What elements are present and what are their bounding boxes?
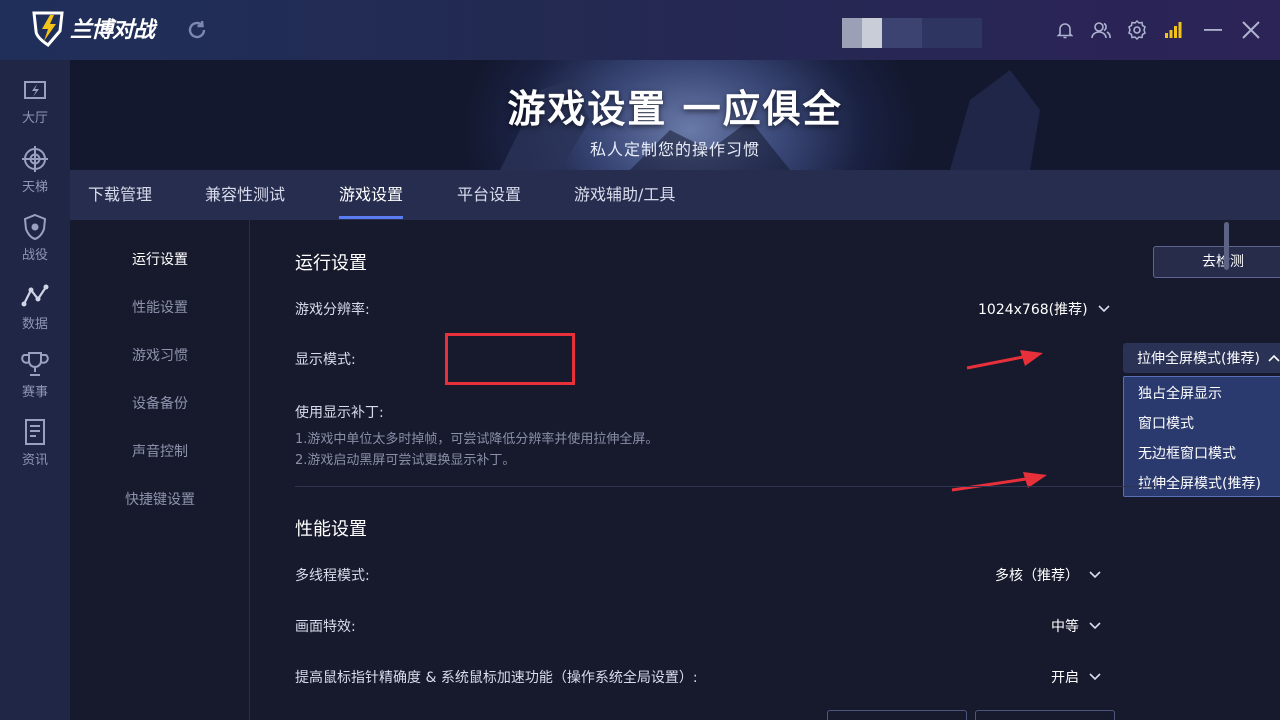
news-icon [25, 419, 45, 445]
nav-item-ladder[interactable]: 天梯 [0, 145, 70, 205]
section-title-run: 运行设置 [295, 253, 367, 274]
gear-icon[interactable] [1124, 17, 1150, 43]
tab-game-settings[interactable]: 游戏设置 [339, 170, 403, 220]
highlight-annotation [445, 333, 575, 385]
title-bar: 兰博对战 [0, 0, 1280, 60]
shield-icon [23, 213, 47, 241]
app-logo: 兰博对战 [30, 8, 155, 48]
user-avatar-blurred[interactable] [842, 18, 982, 48]
effects-select[interactable]: 中等 [1051, 616, 1101, 636]
display-mode-select[interactable]: 拉伸全屏模式(推荐) [1123, 343, 1280, 373]
nav-item-events[interactable]: 赛事 [0, 350, 70, 410]
display-mode-value: 拉伸全屏模式(推荐) [1137, 351, 1260, 367]
mouse-precision-value: 开启 [1051, 670, 1079, 686]
hint-text: 1.游戏中单位太多时掉帧，可尝试降低分辨率并使用拉伸全屏。 [295, 432, 659, 447]
tab-tools[interactable]: 游戏辅助/工具 [574, 170, 675, 220]
minimize-icon[interactable] [1200, 17, 1226, 43]
chevron-up-icon [1268, 354, 1280, 362]
friends-icon[interactable] [1088, 17, 1114, 43]
subnav-performance[interactable]: 性能设置 [70, 297, 250, 317]
mouse-precision-select[interactable]: 开启 [1051, 667, 1101, 687]
bell-icon[interactable] [1052, 17, 1078, 43]
hint-text: 2.游戏启动黑屏可尝试更换显示补丁。 [295, 453, 516, 468]
chevron-down-icon [1089, 673, 1101, 681]
multithread-select[interactable]: 多核（推荐） [995, 565, 1101, 585]
subnav-habits[interactable]: 游戏习惯 [70, 345, 250, 365]
subnav-hotkeys[interactable]: 快捷键设置 [70, 489, 250, 509]
active-tab-underline [339, 216, 403, 219]
tab-compatibility[interactable]: 兼容性测试 [205, 170, 285, 220]
red-arrow-annotation [951, 472, 1047, 492]
option-stretched-fullscreen[interactable]: 拉伸全屏模式(推荐) [1138, 473, 1261, 493]
settings-tabs: 下载管理 兼容性测试 游戏设置 平台设置 游戏辅助/工具 [70, 170, 1280, 220]
multithread-label: 多线程模式: [295, 568, 370, 584]
settings-panel: 运行设置 去检测 游戏分辨率: 1024x768(推荐) 显示模式: 拉伸全屏模… [250, 220, 1280, 720]
banner-subtitle: 私人定制您的操作习惯 [589, 140, 760, 159]
scrollbar[interactable] [1224, 222, 1229, 270]
patch-label: 使用显示补丁: [295, 405, 384, 421]
option-borderless[interactable]: 无边框窗口模式 [1138, 443, 1236, 463]
settings-subnav: 运行设置 性能设置 游戏习惯 设备备份 声音控制 快捷键设置 [70, 220, 250, 720]
display-mode-dropdown: 独占全屏显示 窗口模式 无边框窗口模式 拉伸全屏模式(推荐) [1123, 376, 1280, 497]
bottom-button[interactable] [827, 710, 967, 720]
signal-icon [1160, 17, 1186, 43]
subnav-sound[interactable]: 声音控制 [70, 441, 250, 461]
chevron-down-icon [1089, 622, 1101, 630]
resolution-value: 1024x768(推荐) [978, 302, 1088, 318]
effects-value: 中等 [1051, 619, 1079, 635]
tab-download[interactable]: 下载管理 [88, 170, 152, 220]
logo-shield-icon [30, 9, 66, 47]
divider [295, 486, 1155, 487]
chart-icon [21, 284, 49, 307]
lobby-icon [24, 81, 46, 99]
subnav-run[interactable]: 运行设置 [70, 249, 250, 269]
section-title-performance: 性能设置 [295, 519, 367, 540]
nav-item-campaign[interactable]: 战役 [0, 213, 70, 273]
banner: 游戏设置 一应俱全 私人定制您的操作习惯 [70, 60, 1280, 170]
nav-item-data[interactable]: 数据 [0, 282, 70, 342]
nav-item-news[interactable]: 资讯 [0, 418, 70, 478]
trophy-icon [21, 352, 49, 376]
tab-platform[interactable]: 平台设置 [457, 170, 521, 220]
subnav-backup[interactable]: 设备备份 [70, 393, 250, 413]
option-exclusive-fullscreen[interactable]: 独占全屏显示 [1138, 383, 1222, 403]
red-arrow-annotation [966, 350, 1043, 370]
close-icon[interactable] [1238, 17, 1264, 43]
crosshair-icon [22, 146, 48, 172]
refresh-icon[interactable] [185, 18, 209, 42]
content-area: 运行设置 性能设置 游戏习惯 设备备份 声音控制 快捷键设置 运行设置 去检测 … [70, 220, 1280, 720]
banner-title: 游戏设置 一应俱全 [507, 87, 843, 131]
chevron-down-icon [1089, 571, 1101, 579]
nav-item-lobby[interactable]: 大厅 [0, 76, 70, 136]
effects-label: 画面特效: [295, 619, 356, 635]
resolution-label: 游戏分辨率: [295, 302, 370, 318]
app-title: 兰博对战 [70, 18, 155, 43]
detect-button[interactable]: 去检测 [1153, 246, 1280, 278]
resolution-select[interactable]: 1024x768(推荐) [978, 299, 1110, 319]
left-nav: 大厅 天梯 战役 数据 赛事 资讯 [0, 60, 70, 720]
bottom-button[interactable] [975, 710, 1115, 720]
display-mode-label: 显示模式: [295, 352, 356, 368]
option-windowed[interactable]: 窗口模式 [1138, 413, 1194, 433]
chevron-down-icon [1097, 305, 1110, 313]
mouse-precision-label: 提高鼠标指针精确度 & 系统鼠标加速功能（操作系统全局设置）: [295, 670, 698, 686]
multithread-value: 多核（推荐） [995, 568, 1079, 584]
